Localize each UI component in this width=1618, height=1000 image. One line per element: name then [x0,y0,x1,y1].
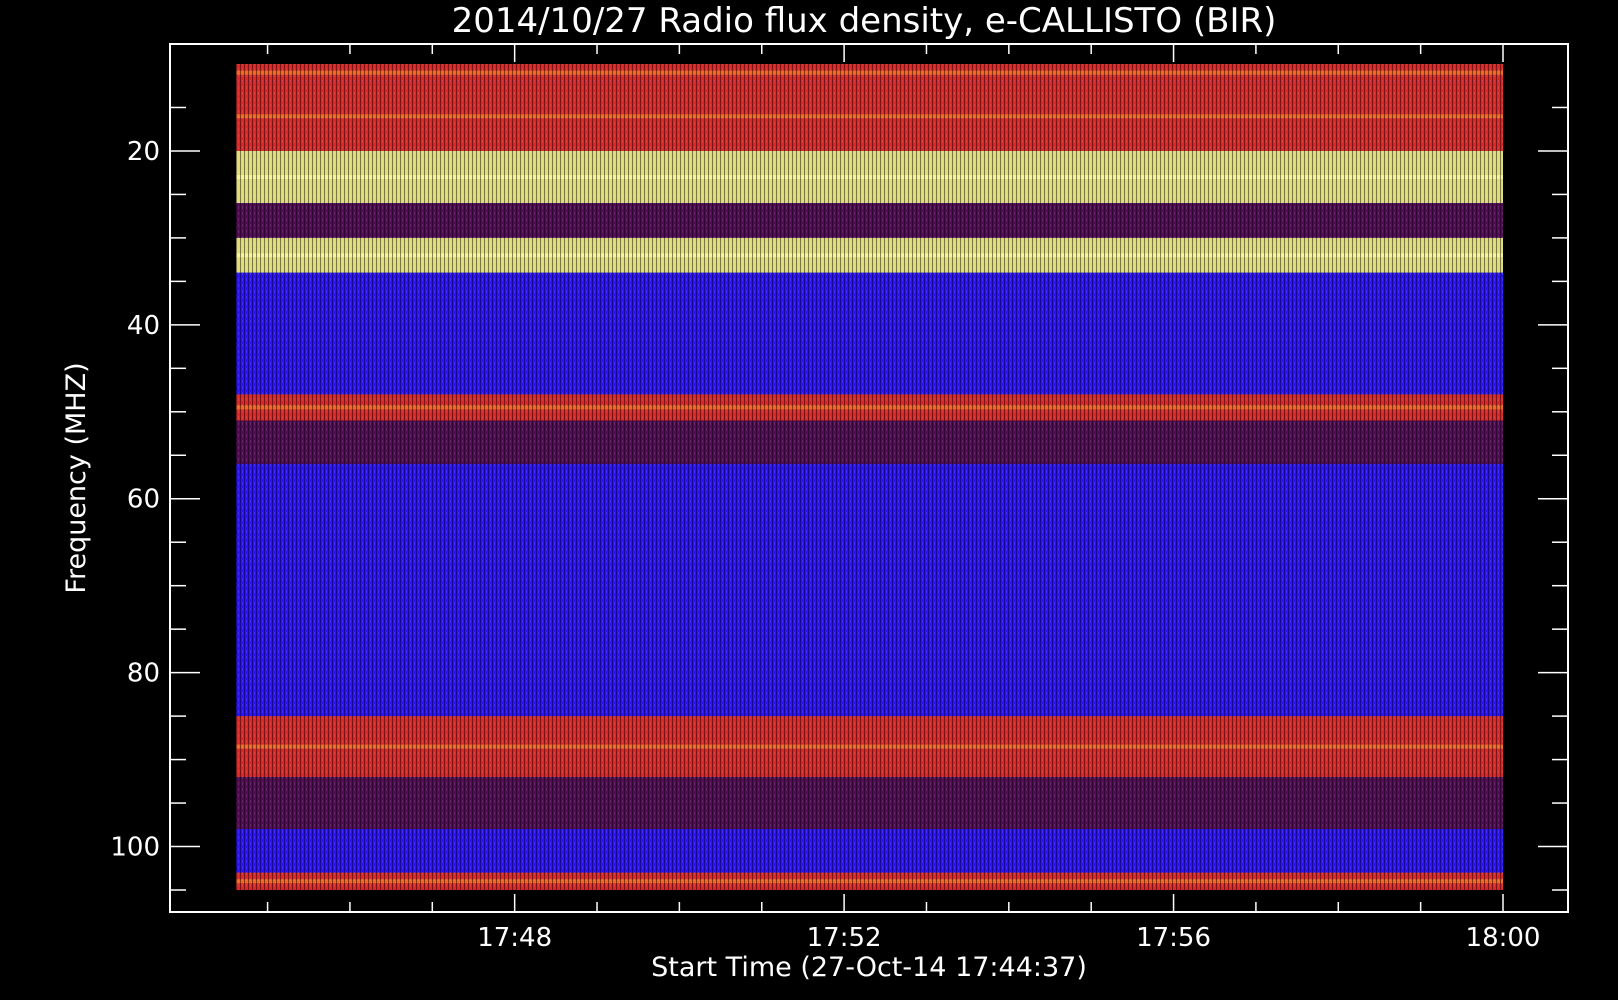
heatmap-area [236,64,1503,890]
y-axis-label: Frequency (MHZ) [61,362,92,593]
x-tick-label: 17:52 [807,923,882,953]
x-tick-label: 17:56 [1136,923,1211,953]
x-tick-label: 17:48 [477,923,552,953]
y-tick-label: 100 [110,833,160,863]
x-axis-label: Start Time (27-Oct-14 17:44:37) [651,952,1087,983]
chart-title: 2014/10/27 Radio flux density, e-CALLIST… [452,1,1277,41]
y-tick-label: 40 [127,311,160,341]
y-tick-label: 20 [127,137,160,167]
y-tick-label: 80 [127,659,160,689]
spectrogram-chart: 2014/10/27 Radio flux density, e-CALLIST… [0,0,1618,1000]
x-tick-label: 18:00 [1466,923,1541,953]
heatmap-texture [236,64,1503,890]
y-tick-label: 60 [127,485,160,515]
